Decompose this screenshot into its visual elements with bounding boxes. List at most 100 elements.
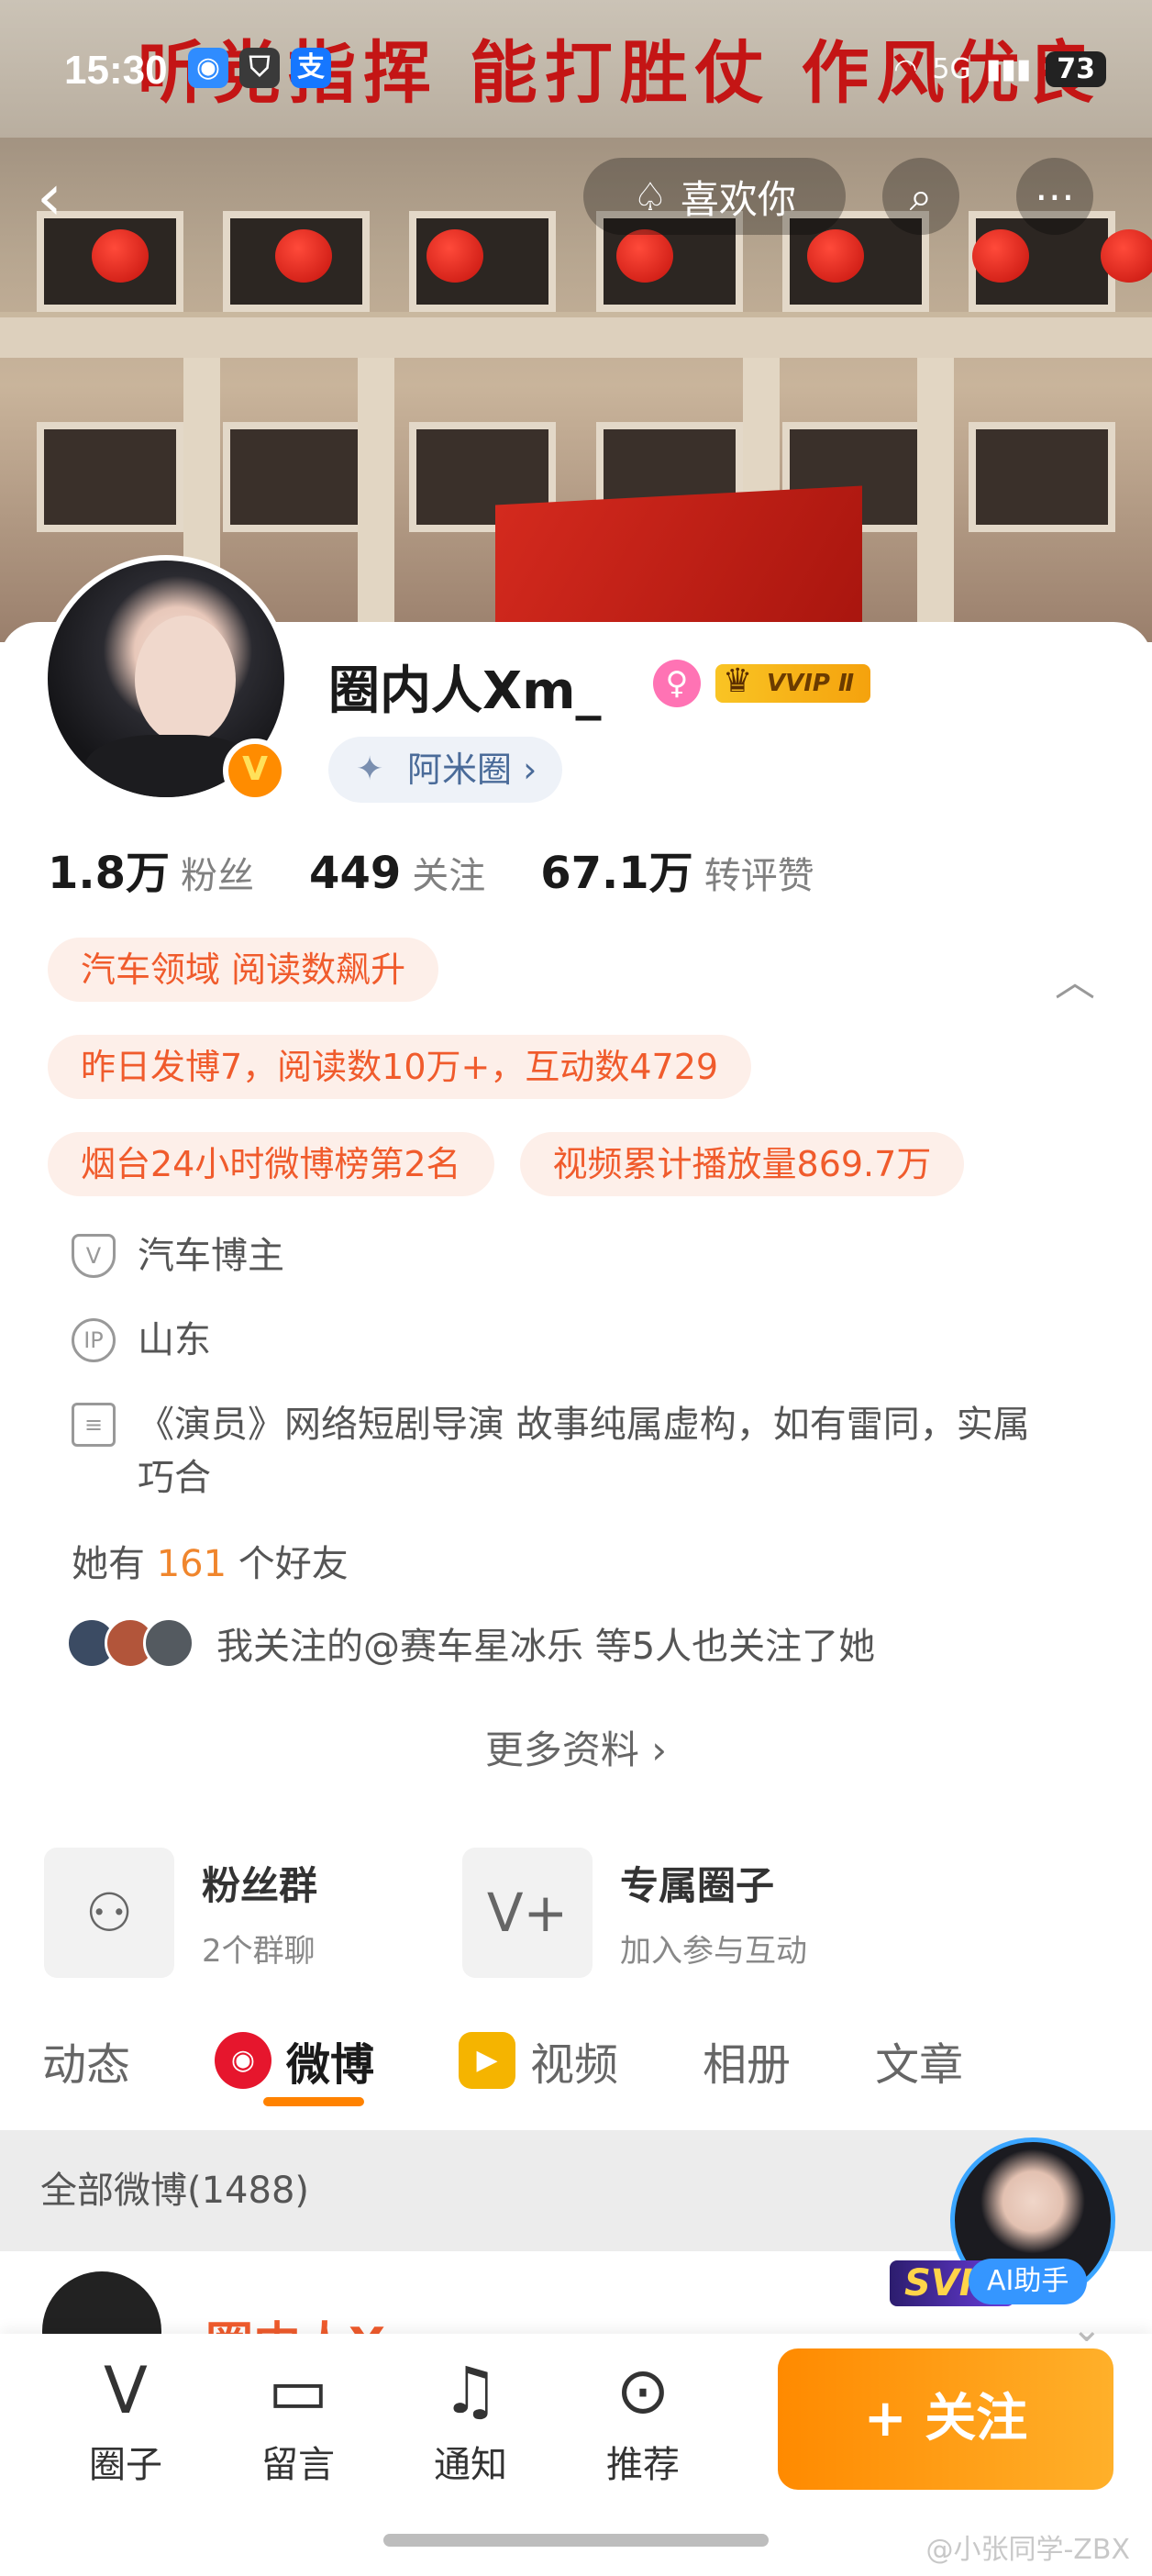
- feature-row: ⚇ 粉丝群 2个群聊 V+ 专属圈子 加入参与互动: [44, 1848, 829, 1978]
- fan-group-title: 粉丝群: [202, 1863, 318, 1908]
- highlight-tag[interactable]: 视频累计播放量869.7万: [519, 1132, 965, 1196]
- home-indicator: [383, 2534, 769, 2547]
- status-right: ◠ 5G ▮▮▮ 73: [893, 51, 1106, 87]
- more-button[interactable]: ⋯: [1016, 158, 1093, 235]
- highlight-tag[interactable]: 昨日发博7，阅读数10万+，互动数4729: [48, 1035, 752, 1099]
- network-type: 5G: [932, 53, 971, 85]
- battery-icon: 73: [1046, 51, 1106, 87]
- alipay-icon: 支: [291, 48, 331, 88]
- profile-name: 圈内人Xm_: [328, 661, 602, 721]
- ai-assistant-button[interactable]: AI助手: [969, 2259, 1088, 2304]
- bio-text: 《演员》网络短剧导演 故事纯属虚构，如有雷同，实属巧合: [138, 1404, 1030, 1499]
- vvip-label: VVIP Ⅱ: [767, 670, 855, 697]
- weibo-icon: ◉: [215, 2032, 272, 2089]
- post-menu-chevron-icon[interactable]: ⌄: [1071, 2308, 1102, 2350]
- stat-fans-num: 1.8万: [48, 848, 171, 899]
- bunny-icon: ♤: [633, 173, 668, 219]
- tab-album-label: 相册: [703, 2039, 792, 2091]
- friends-suffix: 个好友: [238, 1543, 349, 1585]
- highlight-row-3: 烟台24小时微博榜第2名 视频累计播放量869.7万: [48, 1132, 965, 1196]
- post-avatar: [42, 2271, 161, 2334]
- friends-number: 161: [156, 1543, 227, 1585]
- bottom-circle-button[interactable]: V 圈子: [66, 2347, 185, 2488]
- tab-dynamic-label: 动态: [42, 2039, 131, 2091]
- document-icon: ≡: [72, 1403, 116, 1447]
- like-you-label: 喜欢你: [680, 176, 796, 222]
- bottom-notify-button[interactable]: ♫ 通知: [411, 2347, 530, 2488]
- stat-fans-label: 粉丝: [181, 855, 255, 897]
- tab-dynamic[interactable]: 动态: [0, 2015, 172, 2106]
- info-ip: IP 山东: [72, 1314, 211, 1367]
- message-icon: ▭: [267, 2353, 329, 2428]
- shield-icon: V: [72, 1234, 116, 1278]
- info-category: V 汽车博主: [72, 1229, 284, 1282]
- search-icon: ⌕: [909, 172, 933, 220]
- follow-button[interactable]: + 关注: [778, 2348, 1113, 2490]
- bottom-recommend-button[interactable]: ⊙ 推荐: [583, 2347, 703, 2488]
- highlight-row-2: 昨日发博7，阅读数10万+，互动数4729: [48, 1035, 752, 1099]
- stat-likes-label: 转评赞: [703, 855, 814, 897]
- search-button[interactable]: ⌕: [882, 158, 959, 235]
- bottom-message-button[interactable]: ▭ 留言: [238, 2347, 358, 2488]
- stat-following-label: 关注: [412, 855, 486, 897]
- vvip-badge[interactable]: ♛ VVIP Ⅱ: [715, 662, 871, 703]
- tab-article-label: 文章: [875, 2039, 964, 2091]
- highlight-tag[interactable]: 烟台24小时微博榜第2名: [48, 1132, 494, 1196]
- info-bio: ≡ 《演员》网络短剧导演 故事纯属虚构，如有雷同，实属巧合: [72, 1398, 1044, 1505]
- stats-row: 1.8万 粉丝 449 关注 67.1万 转评赞: [48, 837, 814, 901]
- bell-icon: ♫: [441, 2353, 500, 2428]
- fan-group-entry[interactable]: ⚇ 粉丝群 2个群聊: [44, 1848, 411, 1978]
- wifi-icon: ◠: [893, 53, 918, 85]
- category-text: 汽车博主: [138, 1235, 284, 1277]
- tab-video[interactable]: ▶ 视频: [416, 2015, 660, 2106]
- tab-article[interactable]: 文章: [833, 2015, 1005, 2106]
- circle-tag-label: 阿米圈 ›: [407, 749, 537, 790]
- crown-icon: ♛: [723, 662, 753, 700]
- like-you-button[interactable]: ♤ 喜欢你: [583, 158, 846, 235]
- exclusive-circle-entry[interactable]: V+ 专属圈子 加入参与互动: [462, 1848, 829, 1978]
- ai-assistant-label: AI助手: [987, 2265, 1069, 2297]
- circle-tag-button[interactable]: ✦ 阿米圈 ›: [328, 737, 563, 803]
- stat-following-num: 449: [309, 848, 402, 899]
- mutual-followers[interactable]: 我关注的@赛车星冰乐 等5人也关注了她: [66, 1616, 875, 1670]
- status-time: 15:30: [64, 48, 168, 93]
- more-dots-icon: ⋯: [1035, 172, 1075, 220]
- friends-prefix: 她有: [72, 1543, 145, 1585]
- group-icon: ⚇: [44, 1848, 174, 1978]
- stat-likes-num: 67.1万: [540, 848, 693, 899]
- stat-following[interactable]: 449 关注: [309, 846, 485, 899]
- circle-mascot-icon: ✦: [356, 750, 384, 788]
- red-sign: [495, 485, 862, 642]
- signal-icon: ▮▮▮: [985, 53, 1032, 85]
- female-icon: ♀: [653, 660, 701, 707]
- verified-badge: V: [223, 738, 287, 803]
- ip-icon: IP: [72, 1318, 116, 1362]
- post-author-name: 圈内人Xm_: [205, 2306, 459, 2334]
- chat-app-icon: ◉: [188, 48, 228, 88]
- ip-text: 山东: [138, 1319, 211, 1361]
- circle-icon: V: [104, 2353, 148, 2428]
- bottom-circle-label: 圈子: [89, 2444, 162, 2486]
- profile-tabs: 动态 ◉ 微博 ▶ 视频 相册 文章: [0, 2015, 1152, 2115]
- back-arrow-icon: ‹: [37, 160, 62, 235]
- fan-group-sub: 2个群聊: [202, 1933, 316, 1970]
- tab-video-label: 视频: [530, 2039, 619, 2091]
- collapse-chevron-icon[interactable]: ︿: [1055, 949, 1095, 1007]
- friends-count[interactable]: 她有 161 个好友: [72, 1534, 349, 1587]
- tab-weibo[interactable]: ◉ 微博: [172, 2015, 416, 2106]
- tab-weibo-label: 微博: [286, 2039, 375, 2091]
- chevron-up-circle-icon: ⊙: [615, 2353, 670, 2428]
- exclusive-circle-sub: 加入参与互动: [620, 1933, 807, 1970]
- mutual-text: 我关注的@赛车星冰乐 等5人也关注了她: [216, 1626, 876, 1668]
- stat-fans[interactable]: 1.8万 粉丝: [48, 837, 254, 901]
- watermark: @小张同学-ZBX: [925, 2534, 1130, 2566]
- tab-album[interactable]: 相册: [660, 2015, 833, 2106]
- bottom-recommend-label: 推荐: [606, 2444, 680, 2486]
- shield-app-icon: ⛉: [239, 48, 280, 88]
- stat-likes[interactable]: 67.1万 转评赞: [540, 837, 814, 901]
- more-info-link[interactable]: 更多资料 ›: [0, 1719, 1152, 1775]
- highlight-row-1: 汽车领域 阅读数飙升: [48, 938, 439, 1002]
- highlight-tag[interactable]: 汽车领域 阅读数飙升: [48, 938, 439, 1002]
- back-button[interactable]: ‹: [37, 165, 92, 229]
- exclusive-circle-title: 专属圈子: [620, 1863, 775, 1908]
